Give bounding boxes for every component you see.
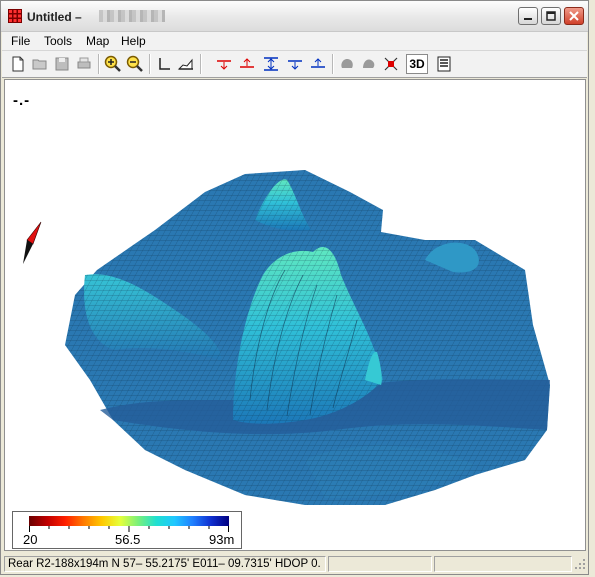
axis-icon: [159, 58, 170, 70]
zoom-in-icon: [104, 55, 121, 72]
toolbar-separator: [98, 54, 100, 74]
toolbar-separator: [200, 54, 202, 74]
area-profile-button[interactable]: [176, 54, 196, 74]
save-icon: [55, 57, 69, 71]
zoom-in-button[interactable]: [103, 54, 123, 74]
position-readout: -.-: [13, 92, 31, 109]
stop-marker-icon: [384, 57, 398, 71]
elevation-legend: 20 56.5 93m: [12, 511, 242, 549]
close-icon: [569, 11, 579, 21]
app-icon[interactable]: [8, 9, 22, 23]
menu-help[interactable]: Help: [121, 34, 146, 48]
status-position: Rear R2-188x194m N 57– 55.2175' E011– 09…: [4, 556, 326, 572]
shape-gray-2-button[interactable]: [359, 54, 379, 74]
depth-down-red-button[interactable]: [214, 54, 234, 74]
new-file-icon: [12, 56, 24, 72]
new-file-button[interactable]: [8, 54, 28, 74]
minimize-icon: [524, 18, 532, 20]
stop-marker-button[interactable]: [381, 54, 401, 74]
area-profile-icon: [177, 58, 193, 70]
window-title: Untitled –: [27, 10, 82, 24]
compass-icon: [23, 221, 42, 264]
save-button[interactable]: [52, 54, 72, 74]
menu-file[interactable]: File: [11, 34, 30, 48]
status-pane-2: [328, 556, 432, 572]
print-button[interactable]: [74, 54, 94, 74]
legend-color-scale: [29, 516, 229, 526]
shape-gray-1-icon: [341, 59, 353, 68]
menu-tools[interactable]: Tools: [44, 34, 72, 48]
axis-button[interactable]: [154, 54, 174, 74]
legend-min-label: 20: [23, 532, 38, 547]
depth-up-blue-icon: [311, 58, 325, 68]
toolbar-separator: [332, 54, 334, 74]
3d-view-button[interactable]: 3D: [406, 54, 428, 74]
status-bar: Rear R2-188x194m N 57– 55.2175' E011– 09…: [2, 554, 587, 574]
zoom-out-button[interactable]: [125, 54, 145, 74]
depth-up-red-icon: [240, 58, 254, 68]
list-icon: [437, 56, 451, 72]
resize-grip-icon[interactable]: [574, 558, 586, 570]
shape-gray-2-icon: [363, 59, 375, 68]
maximize-button[interactable]: [541, 7, 561, 25]
minimize-button[interactable]: [518, 7, 538, 25]
depth-range-blue-button[interactable]: [261, 54, 281, 74]
app-window: Untitled – File Tools Map Help 3D -.- 20…: [0, 0, 589, 575]
status-pane-3: [434, 556, 572, 572]
depth-down-red-icon: [217, 60, 231, 70]
legend-max-label: 93m: [209, 532, 235, 547]
menu-bar: File Tools Map Help: [2, 32, 587, 51]
menu-map[interactable]: Map: [86, 34, 109, 48]
title-bar[interactable]: Untitled –: [1, 1, 588, 32]
map-3d-view[interactable]: -.- 20 56.5 93m: [4, 79, 586, 551]
close-button[interactable]: [564, 7, 584, 25]
open-button[interactable]: [30, 54, 50, 74]
terrain-3d-surface[interactable]: [5, 80, 585, 550]
shape-gray-1-button[interactable]: [337, 54, 357, 74]
zoom-out-icon: [126, 55, 143, 72]
toolbar-separator: [149, 54, 151, 74]
legend-mid-label: 56.5: [115, 532, 141, 547]
depth-up-blue-button[interactable]: [308, 54, 328, 74]
print-icon: [77, 57, 91, 69]
open-folder-icon: [32, 59, 47, 70]
depth-down-blue-icon: [288, 60, 302, 70]
title-redacted-suffix: [99, 10, 165, 22]
maximize-icon: [546, 11, 556, 21]
toolbar: 3D: [2, 51, 587, 78]
list-button[interactable]: [434, 54, 454, 74]
depth-range-blue-icon: [264, 57, 278, 71]
depth-up-red-button[interactable]: [237, 54, 257, 74]
depth-down-blue-button[interactable]: [285, 54, 305, 74]
